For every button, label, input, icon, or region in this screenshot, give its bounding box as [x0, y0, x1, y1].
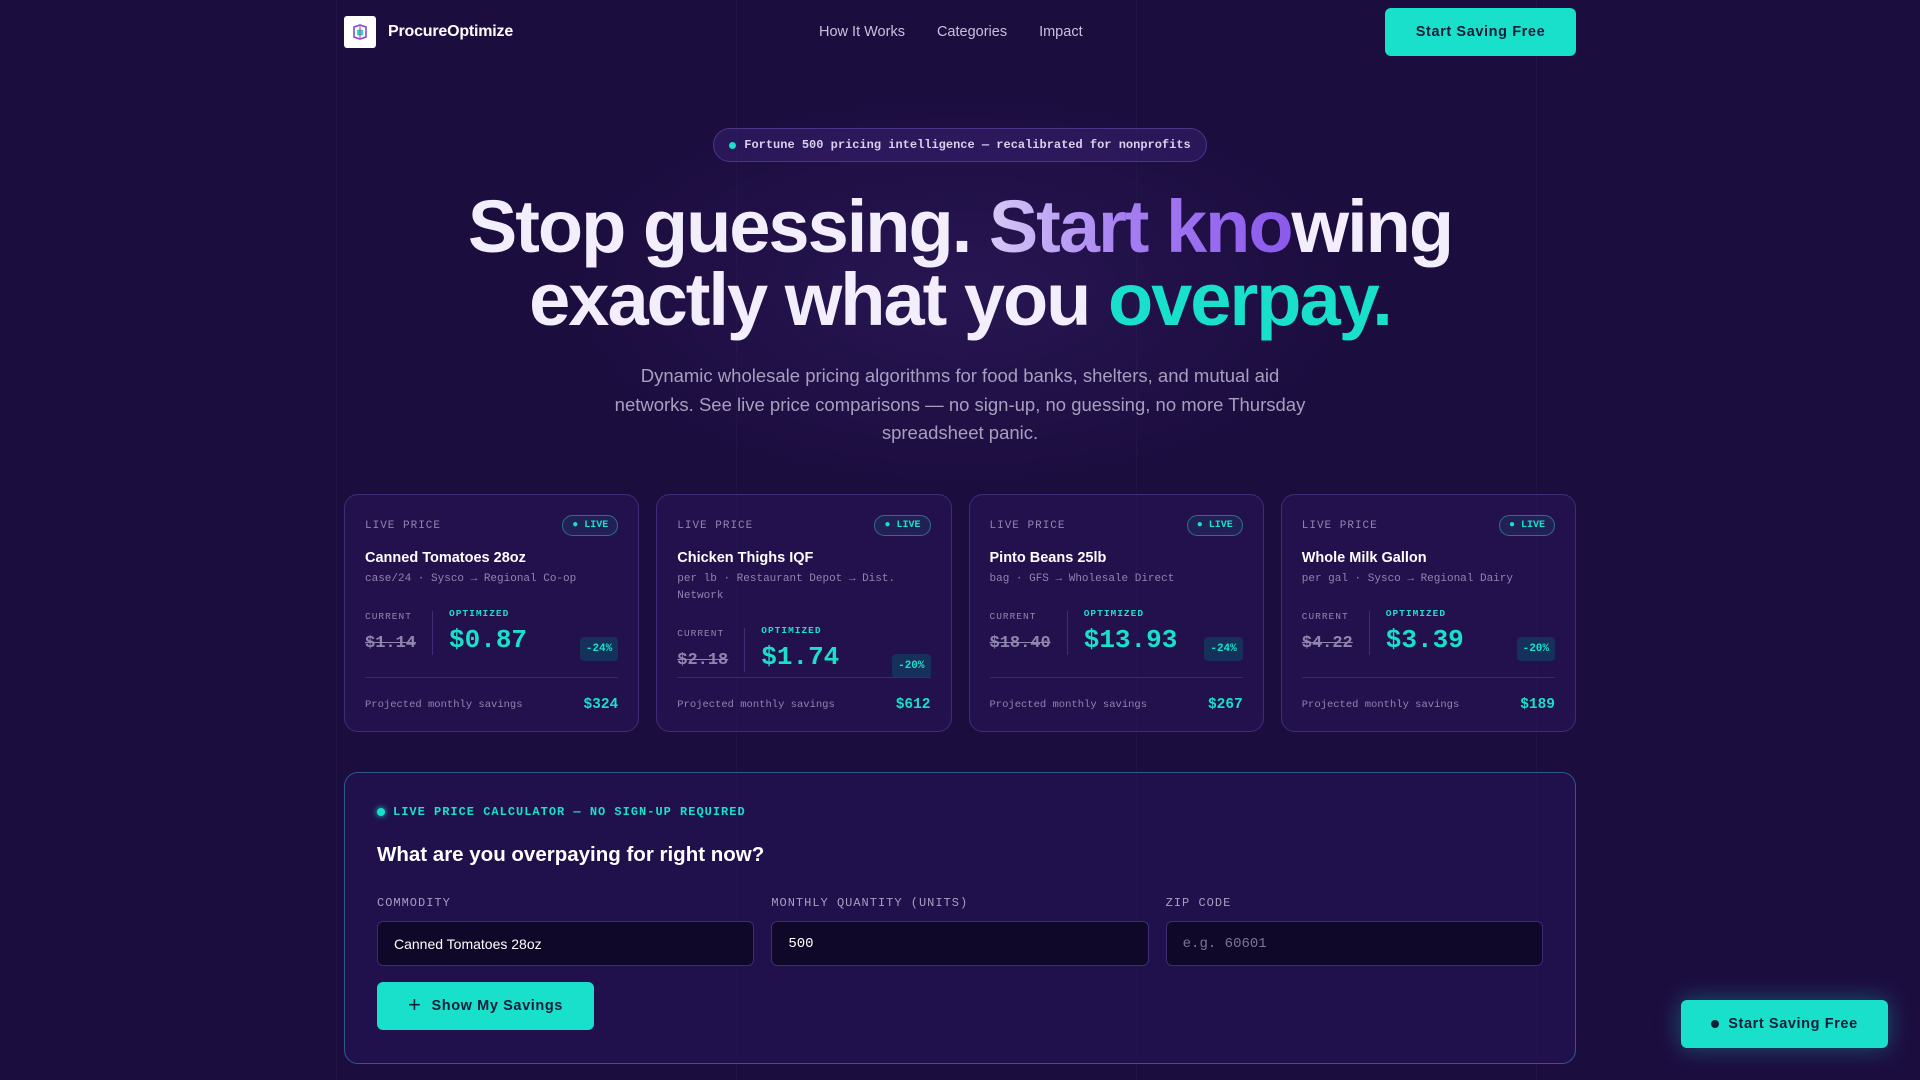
- card-eyebrow: LIVE PRICE: [365, 519, 442, 532]
- card-title: Whole Milk Gallon: [1301, 550, 1427, 566]
- hero-headline: Stop guessing. Start knowing exactly wha…: [0, 190, 1920, 337]
- savings-value: $612: [895, 696, 931, 713]
- current-label: CURRENT: [677, 628, 725, 639]
- commodity-field-group: COMMODITY: [377, 893, 755, 966]
- live-badge: ● LIVE: [562, 515, 619, 536]
- price-card[interactable]: LIVE PRICE ● LIVE Canned Tomatoes 28oz c…: [344, 494, 640, 732]
- nav-link-how-it-works[interactable]: How It Works: [819, 24, 905, 40]
- discount-badge: -24%: [1204, 637, 1243, 661]
- card-eyebrow: LIVE PRICE: [677, 519, 754, 532]
- headline-text-2: Start kno: [988, 185, 1294, 268]
- hero-subhead: Dynamic wholesale pricing algorithms for…: [614, 365, 1306, 443]
- top-nav: ProcureOptimize How It Works Categories …: [344, 8, 1576, 56]
- current-label: CURRENT: [989, 611, 1037, 622]
- card-title: Pinto Beans 25lb: [989, 550, 1107, 566]
- headline-text-1: Stop guessing.: [467, 185, 989, 268]
- price-row: CURRENT $18.40 OPTIMIZED $13.93 -24%: [989, 608, 1243, 661]
- current-price: $18.40: [989, 634, 1051, 653]
- price-card[interactable]: LIVE PRICE ● LIVE Whole Milk Gallon per …: [1280, 494, 1576, 732]
- discount-badge: -24%: [579, 637, 619, 661]
- savings-value: $324: [583, 696, 619, 713]
- price-row: CURRENT $2.18 OPTIMIZED $1.74 -20%: [677, 625, 931, 678]
- savings-label: Projected monthly savings: [365, 698, 523, 711]
- calculator-eyebrow: LIVE PRICE CALCULATOR — NO SIGN-UP REQUI…: [377, 805, 1543, 819]
- optimized-label: OPTIMIZED: [449, 608, 510, 619]
- calculator-title: What are you overpaying for right now?: [377, 843, 765, 866]
- zip-field-group: ZIP CODE: [1165, 893, 1543, 966]
- plus-icon: +: [408, 992, 422, 1017]
- price-calculator: LIVE PRICE CALCULATOR — NO SIGN-UP REQUI…: [344, 772, 1576, 1064]
- savings-label: Projected monthly savings: [1301, 698, 1460, 711]
- nav-links: How It Works Categories Impact: [819, 24, 1083, 40]
- headline-text-4: exactly what you: [529, 258, 1108, 341]
- card-title: Chicken Thighs IQF: [677, 550, 814, 566]
- price-row: CURRENT $1.14 OPTIMIZED $0.87 -24%: [365, 608, 619, 661]
- live-badge: ● LIVE: [874, 515, 931, 536]
- price-card[interactable]: LIVE PRICE ● LIVE Chicken Thighs IQF per…: [656, 494, 952, 732]
- optimized-price: $0.87: [449, 625, 528, 655]
- price-row: CURRENT $4.22 OPTIMIZED $3.39 -20%: [1301, 608, 1555, 661]
- nav-link-impact[interactable]: Impact: [1039, 24, 1083, 40]
- calculator-fields: COMMODITY MONTHLY QUANTITY (UNITS) ZIP C…: [377, 893, 1543, 966]
- discount-badge: -20%: [892, 654, 931, 678]
- current-price: $1.14: [365, 634, 417, 653]
- show-savings-button[interactable]: + Show My Savings: [377, 982, 594, 1030]
- commodity-label: COMMODITY: [377, 896, 451, 910]
- quantity-input[interactable]: [771, 921, 1149, 966]
- card-meta: case/24 · Sysco → Regional Co-op: [365, 573, 577, 585]
- card-title: Canned Tomatoes 28oz: [365, 550, 526, 566]
- live-dot-icon: [377, 808, 385, 816]
- card-meta: per lb · Restaurant Depot → Dist. Networ…: [677, 573, 896, 602]
- floating-cta-label: Start Saving Free: [1728, 1016, 1858, 1032]
- hero-pill-text: Fortune 500 pricing intelligence — recal…: [744, 138, 1191, 152]
- brand[interactable]: ProcureOptimize: [344, 16, 513, 48]
- optimized-price: $3.39: [1385, 625, 1464, 655]
- floating-start-saving-button[interactable]: Start Saving Free: [1681, 1000, 1888, 1048]
- card-meta: bag · GFS → Wholesale Direct: [989, 573, 1175, 585]
- savings-value: $189: [1520, 696, 1555, 713]
- quantity-label: MONTHLY QUANTITY (UNITS): [771, 896, 969, 910]
- savings-value: $267: [1207, 696, 1243, 713]
- commodity-input[interactable]: [377, 921, 755, 966]
- savings-label: Projected monthly savings: [677, 698, 835, 711]
- current-price: $4.22: [1301, 634, 1353, 653]
- nav-link-categories[interactable]: Categories: [937, 24, 1007, 40]
- savings-label: Projected monthly savings: [989, 698, 1148, 711]
- show-savings-label: Show My Savings: [431, 998, 563, 1014]
- discount-badge: -20%: [1516, 637, 1555, 661]
- optimized-label: OPTIMIZED: [1385, 608, 1447, 619]
- price-card[interactable]: LIVE PRICE ● LIVE Pinto Beans 25lb bag ·…: [968, 494, 1264, 732]
- quantity-field-group: MONTHLY QUANTITY (UNITS): [771, 893, 1149, 966]
- start-saving-button[interactable]: Start Saving Free: [1385, 8, 1576, 56]
- logo-icon: [344, 16, 376, 48]
- card-eyebrow: LIVE PRICE: [989, 519, 1066, 532]
- card-eyebrow: LIVE PRICE: [1301, 519, 1378, 532]
- headline-text-3: wing: [1291, 185, 1455, 268]
- status-dot-icon: [729, 141, 737, 149]
- hero-pill: Fortune 500 pricing intelligence — recal…: [713, 128, 1207, 162]
- optimized-label: OPTIMIZED: [1083, 608, 1145, 619]
- current-label: CURRENT: [365, 611, 412, 622]
- optimized-price: $1.74: [761, 642, 840, 672]
- headline-text-5: overpay.: [1107, 258, 1393, 341]
- live-badge: ● LIVE: [1498, 515, 1555, 536]
- current-label: CURRENT: [1301, 611, 1349, 622]
- brand-name: ProcureOptimize: [388, 23, 514, 40]
- calculator-eyebrow-text: LIVE PRICE CALCULATOR — NO SIGN-UP REQUI…: [393, 805, 746, 819]
- zip-label: ZIP CODE: [1165, 896, 1232, 910]
- bullet-dot-icon: [1711, 1020, 1720, 1028]
- price-cards: LIVE PRICE ● LIVE Canned Tomatoes 28oz c…: [344, 494, 1576, 732]
- optimized-price: $13.93: [1083, 625, 1178, 655]
- live-badge: ● LIVE: [1186, 515, 1243, 536]
- optimized-label: OPTIMIZED: [761, 625, 822, 636]
- zip-input[interactable]: [1165, 921, 1543, 966]
- current-price: $2.18: [677, 651, 729, 670]
- card-meta: per gal · Sysco → Regional Dairy: [1301, 573, 1513, 585]
